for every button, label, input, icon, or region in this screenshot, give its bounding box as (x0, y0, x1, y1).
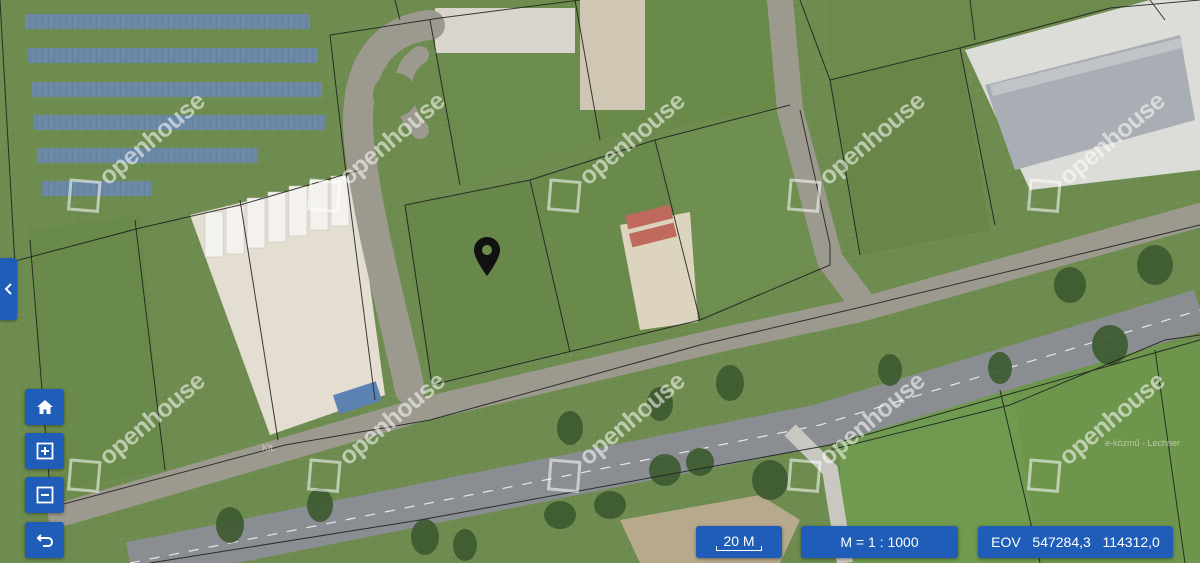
scale-bar: 20 M (696, 526, 782, 558)
coord-y: 114312,0 (1102, 534, 1160, 550)
aerial-imagery (0, 0, 1200, 563)
zoom-in-icon (36, 442, 53, 460)
home-button[interactable] (25, 389, 64, 425)
panel-toggle-button[interactable] (0, 258, 17, 320)
coord-prefix: EOV (991, 534, 1021, 550)
zoom-out-button[interactable] (25, 477, 64, 513)
undo-icon (36, 534, 53, 547)
scale-ratio: M = 1 : 1000 (801, 526, 958, 558)
zoom-in-button[interactable] (25, 433, 64, 469)
scale-ratio-label: M = 1 : 1000 (840, 534, 919, 550)
coord-x: 547284,3 (1032, 534, 1091, 550)
zoom-out-icon (36, 486, 53, 504)
coordinate-readout: EOV 547284,3 114312,0 (978, 526, 1173, 558)
home-icon (36, 400, 53, 414)
scale-label: 20 M (713, 533, 764, 551)
undo-button[interactable] (25, 522, 64, 558)
map-attribution-right: e-közmű - Lechner (1105, 438, 1181, 448)
chevron-left-icon (4, 283, 12, 295)
map-attribution-left: Kft. (262, 443, 276, 453)
satellite-map[interactable]: openhouse openhouse openhouse openhouse … (0, 0, 1200, 563)
